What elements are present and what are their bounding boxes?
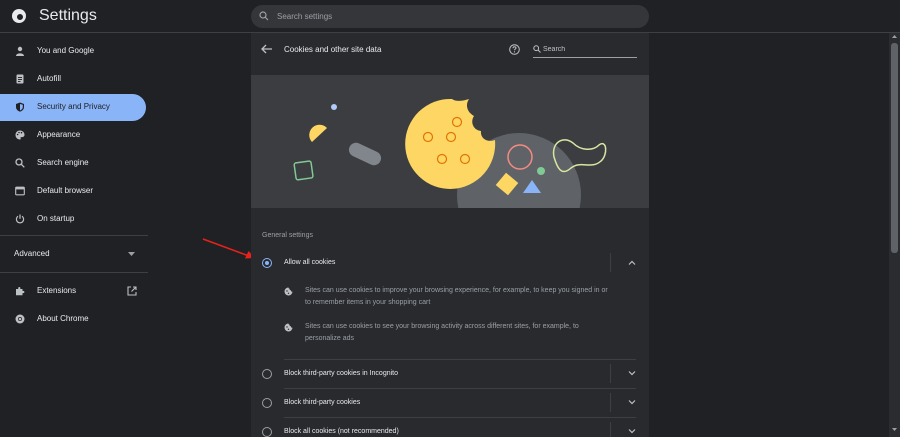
chrome-logo-icon: [15, 314, 25, 324]
option-allow-all-cookies[interactable]: Allow all cookies: [251, 249, 649, 277]
cookie-icon: [284, 287, 293, 296]
small-dot-shape: [331, 104, 337, 110]
section-title: General settings: [262, 232, 313, 239]
row-separator: [610, 253, 611, 272]
chevron-down-icon[interactable]: [628, 429, 636, 434]
detail-line: to remember items in your shopping cart: [305, 299, 431, 306]
cookies-illustration: [251, 75, 649, 208]
sidebar-item-label: On startup: [37, 214, 75, 223]
option-label: Block third-party cookies in Incognito: [284, 370, 398, 377]
person-icon: [16, 46, 24, 56]
allow-detail-text: Sites can use cookies to see your browsi…: [305, 321, 650, 345]
chevron-up-icon[interactable]: [628, 260, 636, 265]
option-block-third-party-incognito[interactable]: Block third-party cookies in Incognito: [251, 360, 649, 388]
sidebar-item-you-and-google[interactable]: You and Google: [0, 38, 146, 65]
shield-icon: [16, 102, 24, 112]
option-label: Block third-party cookies: [284, 399, 361, 406]
search-icon: [533, 45, 541, 53]
search-icon: [15, 158, 25, 168]
sidebar-item-autofill[interactable]: Autofill: [0, 66, 146, 93]
sidebar-item-appearance[interactable]: Appearance: [0, 122, 146, 149]
search-icon: [259, 11, 269, 21]
page-title: Cookies and other site data: [284, 45, 382, 54]
sidebar: You and Google Autofill Security and Pri…: [0, 33, 150, 437]
sidebar-item-extensions[interactable]: Extensions: [0, 278, 146, 305]
sidebar-item-label: Default browser: [37, 186, 94, 195]
detail-line: Sites can use cookies to see your browsi…: [305, 323, 579, 330]
sidebar-item-label: Autofill: [37, 74, 62, 83]
radio-button[interactable]: [262, 258, 272, 268]
open-in-new-icon: [127, 286, 137, 296]
scroll-up-arrow-icon[interactable]: [892, 35, 897, 38]
sidebar-item-label: Appearance: [37, 130, 81, 139]
radio-button[interactable]: [262, 369, 272, 379]
option-label: Block all cookies (not recommended): [284, 428, 399, 435]
scroll-down-arrow-icon[interactable]: [892, 428, 897, 431]
settings-search-input[interactable]: [277, 8, 637, 25]
caret-down-icon: [128, 252, 135, 256]
row-separator: [610, 393, 611, 412]
sidebar-divider: [0, 235, 148, 236]
top-bar: Settings: [0, 0, 900, 33]
card-header: Cookies and other site data: [251, 33, 649, 75]
cookies-search-input[interactable]: [543, 44, 633, 55]
sidebar-item-label: You and Google: [37, 46, 95, 55]
browser-window-icon: [15, 186, 25, 196]
page-scrollbar[interactable]: [889, 33, 900, 437]
chevron-down-icon[interactable]: [628, 371, 636, 376]
cookie-icon: [284, 323, 293, 332]
detail-line: Sites can use cookies to improve your br…: [305, 287, 608, 294]
radio-button[interactable]: [262, 427, 272, 437]
sidebar-item-on-startup[interactable]: On startup: [0, 206, 146, 233]
scrollbar-thumb[interactable]: [891, 43, 898, 253]
annotation-arrow-icon: [202, 238, 255, 259]
puzzle-piece-icon: [16, 287, 25, 296]
sidebar-divider: [0, 272, 148, 273]
app-title: Settings: [39, 7, 97, 24]
sidebar-item-default-browser[interactable]: Default browser: [0, 178, 146, 205]
option-block-third-party[interactable]: Block third-party cookies: [251, 389, 649, 417]
help-icon[interactable]: [509, 44, 520, 55]
row-separator: [610, 422, 611, 437]
sidebar-item-label: Extensions: [37, 286, 77, 295]
back-arrow-icon[interactable]: [261, 44, 273, 54]
sidebar-item-about-chrome[interactable]: About Chrome: [0, 306, 146, 333]
sidebar-item-security-and-privacy[interactable]: Security and Privacy: [0, 94, 146, 121]
cookies-settings-card: Cookies and other site data General sett…: [251, 33, 649, 437]
chrome-logo-icon: [12, 9, 26, 23]
chevron-down-icon[interactable]: [628, 400, 636, 405]
allow-detail-text: Sites can use cookies to improve your br…: [305, 285, 650, 309]
clipboard-icon: [16, 74, 24, 84]
sidebar-item-search-engine[interactable]: Search engine: [0, 150, 146, 177]
sidebar-item-label: About Chrome: [37, 314, 89, 323]
sidebar-item-label: Security and Privacy: [37, 102, 110, 111]
settings-search-box[interactable]: [251, 5, 649, 28]
palette-icon: [15, 130, 25, 140]
radio-button[interactable]: [262, 398, 272, 408]
advanced-label: Advanced: [14, 249, 50, 258]
row-separator: [610, 364, 611, 383]
option-label: Allow all cookies: [284, 259, 336, 266]
sidebar-item-label: Search engine: [37, 158, 89, 167]
option-block-all-cookies[interactable]: Block all cookies (not recommended): [251, 418, 649, 437]
power-icon: [15, 214, 25, 224]
detail-line: personalize ads: [305, 335, 355, 342]
cookies-search-box[interactable]: [533, 43, 637, 58]
